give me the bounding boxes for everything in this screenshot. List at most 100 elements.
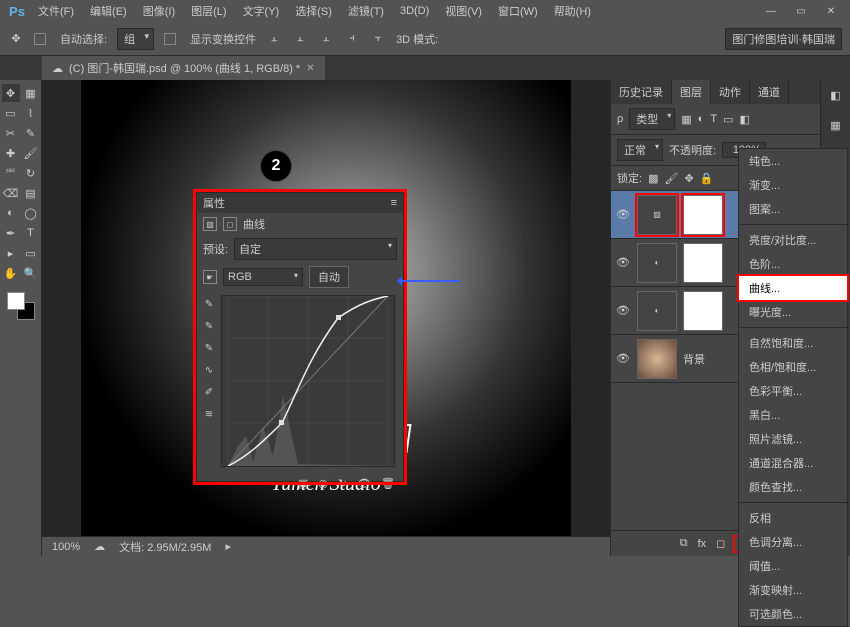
- adjustment-thumb[interactable]: ◐: [637, 243, 677, 283]
- marquee-tool[interactable]: ▭: [2, 104, 20, 122]
- window-restore-icon[interactable]: ▭: [786, 1, 816, 21]
- filter-pixel-icon[interactable]: ▦: [681, 113, 691, 126]
- reset-icon[interactable]: ↻: [338, 477, 347, 490]
- menu-item-posterize[interactable]: 色调分离...: [739, 530, 847, 554]
- menu-item-hue-sat[interactable]: 色相/饱和度...: [739, 355, 847, 379]
- auto-button[interactable]: 自动: [309, 266, 349, 288]
- workspace-dropdown[interactable]: 图门修图培训·韩国瑞: [725, 28, 842, 50]
- align-right-icon[interactable]: ⫠: [318, 31, 334, 47]
- gradient-tool[interactable]: ▤: [22, 184, 40, 202]
- hand-tool[interactable]: ✋: [2, 264, 20, 282]
- type-tool[interactable]: T: [22, 224, 40, 242]
- menu-item-solid-color[interactable]: 纯色...: [739, 149, 847, 173]
- distribute-v-icon[interactable]: ⫟: [370, 31, 386, 47]
- filter-smart-icon[interactable]: ◧: [739, 113, 749, 126]
- toggle-visibility-icon[interactable]: 👁: [357, 477, 371, 490]
- history-brush-tool[interactable]: ↻: [22, 164, 40, 182]
- align-left-icon[interactable]: ⫠: [266, 31, 282, 47]
- layer-mask-thumb[interactable]: [683, 195, 723, 235]
- color-panel-icon[interactable]: ◧: [827, 86, 845, 104]
- lock-pixels-icon[interactable]: 🖌: [664, 172, 678, 185]
- dodge-tool[interactable]: ◯: [22, 204, 40, 222]
- menu-item-channel-mixer[interactable]: 通道混合器...: [739, 451, 847, 475]
- menu-help[interactable]: 帮助(H): [546, 0, 599, 22]
- tab-actions[interactable]: 动作: [711, 80, 750, 104]
- channel-dropdown[interactable]: RGB: [223, 268, 303, 286]
- crop-tool[interactable]: ✂: [2, 124, 20, 142]
- tab-history[interactable]: 历史记录: [611, 80, 672, 104]
- menu-item-vibrance[interactable]: 自然饱和度...: [739, 331, 847, 355]
- show-transform-checkbox[interactable]: [164, 33, 176, 45]
- menu-layer[interactable]: 图层(L): [183, 0, 234, 22]
- sample-gray-icon[interactable]: ✎: [202, 319, 216, 333]
- tab-layers[interactable]: 图层: [672, 80, 711, 104]
- draw-curve-icon[interactable]: ✐: [202, 385, 216, 399]
- visibility-toggle-icon[interactable]: 👁: [615, 208, 631, 221]
- window-close-icon[interactable]: ✕: [816, 1, 846, 21]
- move-tool[interactable]: ✥: [2, 84, 20, 102]
- visibility-toggle-icon[interactable]: 👁: [615, 304, 631, 317]
- eyedropper-tool[interactable]: ✎: [22, 124, 40, 142]
- pen-tool[interactable]: ✒: [2, 224, 20, 242]
- auto-select-dropdown[interactable]: 组: [117, 28, 154, 50]
- menu-item-exposure[interactable]: 曝光度...: [739, 300, 847, 324]
- sample-black-icon[interactable]: ✎: [202, 341, 216, 355]
- stamp-tool[interactable]: ⎃: [2, 164, 20, 182]
- curves-graph[interactable]: [221, 295, 395, 467]
- menu-item-gradient[interactable]: 渐变...: [739, 173, 847, 197]
- window-minimize-icon[interactable]: —: [756, 1, 786, 21]
- menu-edit[interactable]: 编辑(E): [82, 0, 135, 22]
- menu-type[interactable]: 文字(Y): [235, 0, 288, 22]
- document-tab[interactable]: ☁ (C) 图门-韩国瑞.psd @ 100% (曲线 1, RGB/8) * …: [42, 55, 325, 80]
- auto-select-checkbox[interactable]: [34, 33, 46, 45]
- tab-channels[interactable]: 通道: [750, 80, 789, 104]
- mask-icon[interactable]: ◻: [223, 217, 237, 231]
- delete-adjustment-icon[interactable]: 🗑: [381, 477, 395, 490]
- menu-item-photo-filter[interactable]: 照片滤镜...: [739, 427, 847, 451]
- artboard-tool[interactable]: ▦: [22, 84, 40, 102]
- hand-point-icon[interactable]: ☛: [203, 270, 217, 284]
- layer-thumb[interactable]: [637, 339, 677, 379]
- menu-item-color-balance[interactable]: 色彩平衡...: [739, 379, 847, 403]
- distribute-h-icon[interactable]: ⫞: [344, 31, 360, 47]
- close-tab-icon[interactable]: ✕: [306, 63, 314, 74]
- view-previous-icon[interactable]: ◉: [318, 477, 328, 490]
- lasso-tool[interactable]: ⌇: [22, 104, 40, 122]
- menu-item-black-white[interactable]: 黑白...: [739, 403, 847, 427]
- path-select-tool[interactable]: ▸: [2, 244, 20, 262]
- add-mask-icon[interactable]: ◻: [716, 537, 725, 550]
- blur-tool[interactable]: ◐: [2, 204, 20, 222]
- properties-menu-icon[interactable]: ≡: [391, 197, 397, 209]
- filter-adjust-icon[interactable]: ◐: [698, 113, 705, 125]
- clip-to-layer-icon[interactable]: ▣: [298, 477, 308, 490]
- lock-position-icon[interactable]: ✥: [684, 172, 693, 185]
- adjustment-thumb[interactable]: ◐: [637, 291, 677, 331]
- align-center-icon[interactable]: ⫠: [292, 31, 308, 47]
- lock-transparency-icon[interactable]: ▩: [648, 172, 658, 185]
- lock-all-icon[interactable]: 🔒: [700, 172, 714, 185]
- menu-item-threshold[interactable]: 阈值...: [739, 554, 847, 578]
- edit-points-icon[interactable]: ∿: [202, 363, 216, 377]
- menu-item-invert[interactable]: 反相: [739, 506, 847, 530]
- healing-tool[interactable]: ✚: [2, 144, 20, 162]
- blend-mode-dropdown[interactable]: 正常: [617, 139, 663, 161]
- preset-dropdown[interactable]: 自定: [234, 238, 397, 260]
- filter-shape-icon[interactable]: ▭: [723, 113, 733, 126]
- move-tool-icon[interactable]: ✥: [8, 31, 24, 47]
- menu-file[interactable]: 文件(F): [30, 0, 82, 22]
- eraser-tool[interactable]: ⌫: [2, 184, 20, 202]
- layer-mask-thumb[interactable]: [683, 291, 723, 331]
- zoom-level[interactable]: 100%: [52, 541, 80, 553]
- menu-item-levels[interactable]: 色阶...: [739, 252, 847, 276]
- menu-item-selective-color[interactable]: 可选颜色...: [739, 602, 847, 626]
- brush-tool[interactable]: 🖌: [22, 144, 40, 162]
- menu-item-gradient-map[interactable]: 渐变映射...: [739, 578, 847, 602]
- menu-item-pattern[interactable]: 图案...: [739, 197, 847, 221]
- menu-view[interactable]: 视图(V): [437, 0, 490, 22]
- menu-image[interactable]: 图像(I): [135, 0, 183, 22]
- filter-type-icon[interactable]: T: [710, 113, 717, 125]
- visibility-toggle-icon[interactable]: 👁: [615, 256, 631, 269]
- menu-item-color-lookup[interactable]: 颜色查找...: [739, 475, 847, 499]
- menu-window[interactable]: 窗口(W): [490, 0, 546, 22]
- canvas[interactable]: TUMENSTUDIO Tumen Studio 属性 ≡ ▨ ◻ 曲线 预设:…: [42, 80, 610, 556]
